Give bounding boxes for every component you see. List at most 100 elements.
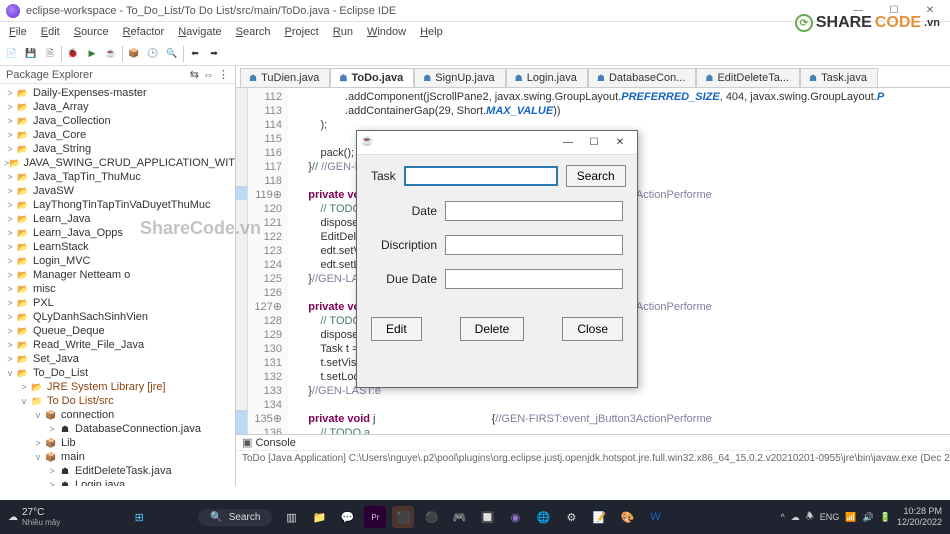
menu-search[interactable]: Search xyxy=(231,24,276,40)
tree-item[interactable]: >📦Lib xyxy=(0,436,235,450)
editor-tab[interactable]: ☗SignUp.java xyxy=(414,68,505,87)
tree-item[interactable]: >☗EditDeleteTask.java xyxy=(0,464,235,478)
tree-item[interactable]: >📂PXL xyxy=(0,296,235,310)
zalo-icon[interactable]: 💬 xyxy=(336,506,358,528)
obs-icon[interactable]: ⚫ xyxy=(420,506,442,528)
tree-item[interactable]: >📂Java_TapTin_ThuMuc xyxy=(0,170,235,184)
back-icon[interactable]: ⬅ xyxy=(187,46,203,62)
dialog-close-x[interactable]: ✕ xyxy=(607,133,633,153)
tree-item[interactable]: >📂LearnStack xyxy=(0,240,235,254)
logo-icon: ⟳ xyxy=(795,14,813,32)
close-button[interactable]: Close xyxy=(562,317,623,341)
dialog-maximize[interactable]: ☐ xyxy=(581,133,607,153)
eclipse-taskbar-icon[interactable]: ◉ xyxy=(504,506,526,528)
debug-icon[interactable]: 🐞 xyxy=(65,46,81,62)
due-date-input[interactable] xyxy=(445,269,623,289)
open-type-icon[interactable]: 🔍 xyxy=(164,46,180,62)
word-icon[interactable]: W xyxy=(644,506,666,528)
paint-icon[interactable]: 🎨 xyxy=(616,506,638,528)
tree-item[interactable]: >📂Set_Java xyxy=(0,352,235,366)
explorer-icon[interactable]: 📁 xyxy=(308,506,330,528)
tree-item[interactable]: v📁To Do List/src xyxy=(0,394,235,408)
battery-icon[interactable]: 🔋 xyxy=(880,512,891,523)
edit-button[interactable]: Edit xyxy=(371,317,422,341)
save-icon[interactable]: 💾 xyxy=(23,46,39,62)
collapse-icon[interactable]: ⇆ xyxy=(190,68,199,81)
link-icon[interactable]: ⇔ xyxy=(203,69,214,81)
chrome-icon[interactable]: 🌐 xyxy=(532,506,554,528)
delete-button[interactable]: Delete xyxy=(460,317,525,341)
discription-input[interactable] xyxy=(445,235,623,255)
tree-item[interactable]: >📂Java_Collection xyxy=(0,114,235,128)
editor-tab[interactable]: ☗TuDien.java xyxy=(240,68,330,87)
discord-icon[interactable]: 🎮 xyxy=(448,506,470,528)
menu-help[interactable]: Help xyxy=(415,24,448,40)
task-input[interactable] xyxy=(404,166,558,186)
coverage-icon[interactable]: ☕ xyxy=(103,46,119,62)
tree-item[interactable]: >📂JRE System Library [jre] xyxy=(0,380,235,394)
menu-source[interactable]: Source xyxy=(69,24,114,40)
menu-project[interactable]: Project xyxy=(280,24,324,40)
tree-item[interactable]: >📂JavaSW xyxy=(0,184,235,198)
editor-tab[interactable]: ☗Login.java xyxy=(506,68,588,87)
volume-icon[interactable]: 🔊 xyxy=(863,512,874,523)
settings-icon[interactable]: ⚙ xyxy=(560,506,582,528)
tree-item[interactable]: >📂Java_Core xyxy=(0,128,235,142)
bluetooth-icon[interactable]: 🕭 xyxy=(806,509,814,525)
tree-item[interactable]: >📂JAVA_SWING_CRUD_APPLICATION_WITH_SOURC… xyxy=(0,156,235,170)
tree-item[interactable]: >📂Login_MVC xyxy=(0,254,235,268)
premiere-icon[interactable]: Pr xyxy=(364,506,386,528)
wifi-icon[interactable]: 📶 xyxy=(845,512,856,523)
task-view-icon[interactable]: ▥ xyxy=(280,506,302,528)
menu-run[interactable]: Run xyxy=(328,24,358,40)
tree-item[interactable]: >📂QLyDanhSachSinhVien xyxy=(0,310,235,324)
taskbar-clock[interactable]: 10:28 PM 12/20/2022 xyxy=(897,506,942,528)
tree-item[interactable]: >📂Read_Write_File_Java xyxy=(0,338,235,352)
package-tree[interactable]: >📂Daily-Expenses-master>📂Java_Array>📂Jav… xyxy=(0,84,235,486)
tree-item[interactable]: >📂Manager Netteam o xyxy=(0,268,235,282)
editor-tab[interactable]: ☗EditDeleteTa... xyxy=(696,68,800,87)
menu-icon[interactable]: ⋮ xyxy=(218,68,229,81)
tree-item[interactable]: >📂Java_Array xyxy=(0,100,235,114)
tree-item[interactable]: v📂To_Do_List xyxy=(0,366,235,380)
menu-edit[interactable]: Edit xyxy=(36,24,65,40)
run-icon[interactable]: ▶ xyxy=(84,46,100,62)
editor-tab[interactable]: ☗Task.java xyxy=(800,68,878,87)
search-button[interactable]: Search xyxy=(566,165,626,187)
notepad-icon[interactable]: 📝 xyxy=(588,506,610,528)
date-input[interactable] xyxy=(445,201,623,221)
forward-icon[interactable]: ➡ xyxy=(206,46,222,62)
tree-item[interactable]: >📂Queue_Deque xyxy=(0,324,235,338)
dialog-titlebar[interactable]: ☕ — ☐ ✕ xyxy=(357,131,637,155)
tree-item[interactable]: >📂Learn_Java_Opps xyxy=(0,226,235,240)
new-icon[interactable]: 📄 xyxy=(4,46,20,62)
menu-window[interactable]: Window xyxy=(362,24,411,40)
weather-widget[interactable]: ☁ 27°CNhiều mây xyxy=(8,507,60,527)
tree-item[interactable]: >📂LayThongTinTapTinVaDuyetThuMuc xyxy=(0,198,235,212)
taskbar-search[interactable]: 🔍 Search xyxy=(198,509,272,526)
intellij-icon[interactable]: 🔲 xyxy=(476,506,498,528)
system-tray[interactable]: ^ ☁ 🕭 ENG 📶 🔊 🔋 10:28 PM 12/20/2022 xyxy=(780,506,942,528)
save-all-icon[interactable]: 🗎 xyxy=(42,46,58,62)
tree-item[interactable]: >📂misc xyxy=(0,282,235,296)
dialog-minimize[interactable]: — xyxy=(555,133,581,153)
new-package-icon[interactable]: 📦 xyxy=(126,46,142,62)
menu-refactor[interactable]: Refactor xyxy=(118,24,170,40)
minecraft-icon[interactable]: ⬛ xyxy=(392,506,414,528)
menu-navigate[interactable]: Navigate xyxy=(173,24,226,40)
language-indicator[interactable]: ENG xyxy=(820,512,840,522)
tree-item[interactable]: >☗Login.java xyxy=(0,478,235,486)
chevron-up-icon[interactable]: ^ xyxy=(780,512,784,522)
tree-item[interactable]: >📂Java_String xyxy=(0,142,235,156)
onedrive-icon[interactable]: ☁ xyxy=(791,512,800,523)
tree-item[interactable]: v📦connection xyxy=(0,408,235,422)
start-icon[interactable]: ⊞ xyxy=(128,506,150,528)
tree-item[interactable]: >📂Learn_Java xyxy=(0,212,235,226)
tree-item[interactable]: >📂Daily-Expenses-master xyxy=(0,86,235,100)
editor-tab[interactable]: ☗ToDo.java xyxy=(330,68,414,87)
menu-file[interactable]: File xyxy=(4,24,32,40)
new-class-icon[interactable]: 🕒 xyxy=(145,46,161,62)
tree-item[interactable]: v📦main xyxy=(0,450,235,464)
tree-item[interactable]: >☗DatabaseConnection.java xyxy=(0,422,235,436)
editor-tab[interactable]: ☗DatabaseCon... xyxy=(588,68,697,87)
